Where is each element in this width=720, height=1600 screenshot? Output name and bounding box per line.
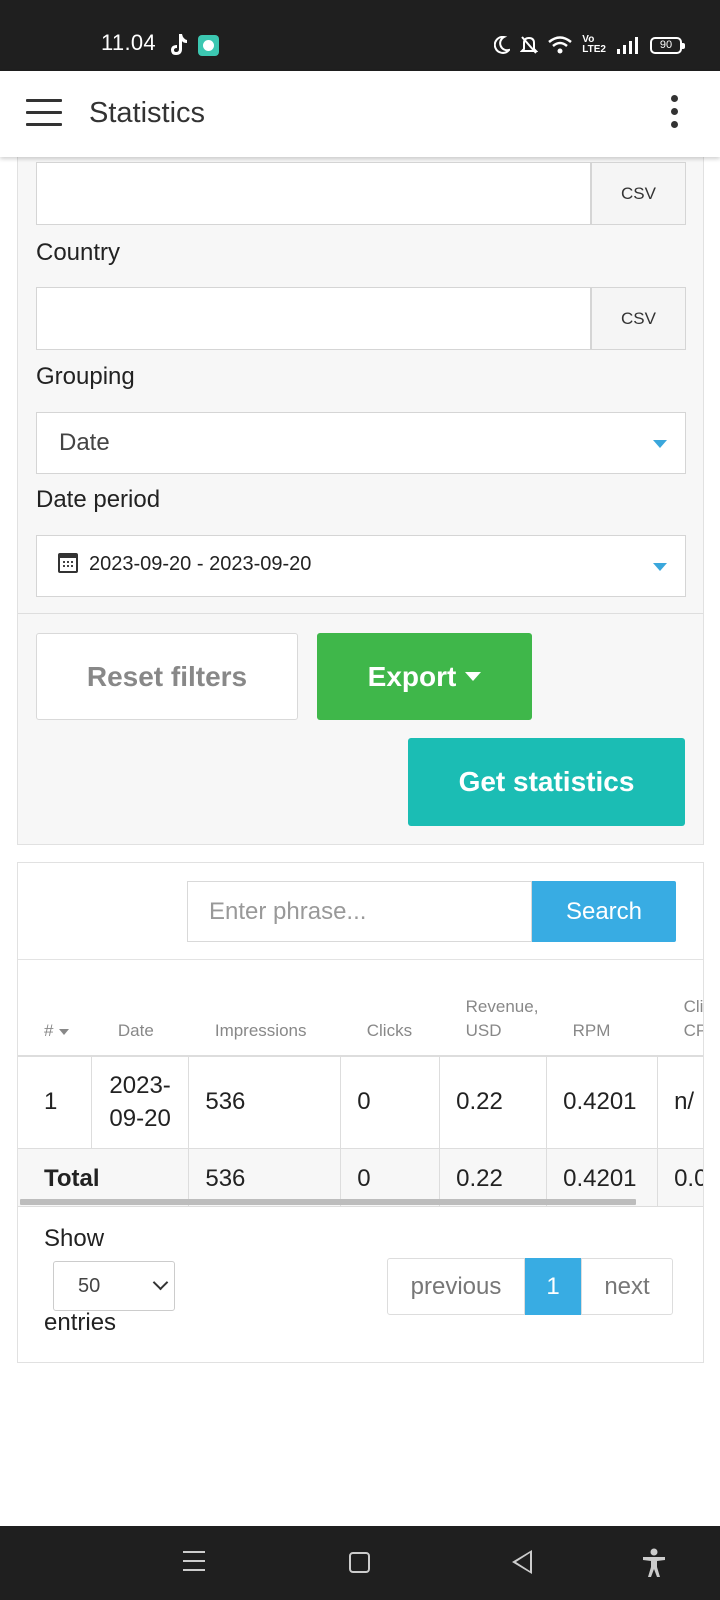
- cell-number: 1: [18, 1056, 93, 1149]
- grouping-select[interactable]: Date: [36, 412, 686, 474]
- entries-per-page-select[interactable]: 50: [53, 1261, 175, 1311]
- country-label: Country: [36, 239, 121, 266]
- search-button[interactable]: Search: [532, 881, 676, 942]
- statistics-table: # Date Impressions Clicks Revenue, USD RP…: [18, 960, 703, 1207]
- results-panel: Enter phrase... Search # Date Impression…: [17, 862, 704, 1363]
- status-time: 11.04: [101, 30, 156, 55]
- top-filter-row: CSV: [36, 162, 686, 225]
- statistics-table-container[interactable]: # Date Impressions Clicks Revenue, USD RP…: [18, 960, 703, 1207]
- total-rpm: 0.4201: [546, 1148, 659, 1207]
- column-header-rpm[interactable]: RPM: [546, 960, 658, 1057]
- filters-divider: [18, 613, 703, 614]
- total-revenue: 0.22: [439, 1148, 548, 1207]
- previous-page-button[interactable]: previous: [387, 1258, 525, 1315]
- grouping-selected-value: Date: [59, 429, 110, 456]
- recent-apps-icon[interactable]: [183, 1551, 205, 1573]
- column-header-clicks[interactable]: Clicks: [340, 960, 440, 1057]
- battery-icon: 90: [650, 36, 685, 54]
- export-button[interactable]: Export: [317, 633, 532, 720]
- status-bar: 11.04 Vo LTE2 90: [0, 0, 720, 71]
- menu-icon[interactable]: [26, 99, 62, 127]
- app-bar: Statistics: [0, 71, 720, 157]
- page-1-button[interactable]: 1: [525, 1258, 581, 1315]
- volte-bottom-text: LTE2: [582, 44, 606, 55]
- table-row: 1 2023- 09-20 536 0 0.22 0.4201 n/: [18, 1056, 703, 1149]
- accessibility-icon[interactable]: [640, 1548, 668, 1578]
- home-icon[interactable]: [349, 1552, 370, 1573]
- caret-down-icon: [465, 672, 482, 681]
- moon-icon: [494, 36, 511, 54]
- date-period-picker[interactable]: 2023-09-20 - 2023-09-20: [36, 535, 686, 597]
- volte-indicator: Vo LTE2: [582, 35, 606, 55]
- calendar-icon: [58, 553, 78, 573]
- country-input[interactable]: [36, 287, 591, 350]
- grouping-label: Grouping: [36, 363, 135, 390]
- cell-clicks-cpm: n/: [657, 1056, 703, 1149]
- entries-per-page-value: 50: [78, 1274, 101, 1297]
- table-header-row: # Date Impressions Clicks Revenue, USD RP…: [18, 960, 703, 1057]
- date-period-label: Date period: [36, 486, 161, 513]
- export-button-label: Export: [367, 660, 457, 692]
- system-nav-bar: [0, 1526, 720, 1600]
- column-header-number[interactable]: #: [18, 960, 92, 1057]
- top-filter-csv-button[interactable]: CSV: [591, 162, 686, 225]
- filters-panel: CSV Country CSV Grouping Date Date perio…: [17, 150, 704, 845]
- country-filter-row: CSV: [36, 287, 686, 350]
- next-page-button[interactable]: next: [581, 1258, 673, 1315]
- column-header-clicks-cpm[interactable]: ClicCPI: [657, 960, 703, 1057]
- column-header-impressions[interactable]: Impressions: [188, 960, 341, 1057]
- tiktok-icon: [171, 34, 187, 55]
- cell-revenue: 0.22: [439, 1056, 548, 1149]
- battery-level: 90: [659, 39, 673, 51]
- column-header-revenue[interactable]: Revenue, USD: [439, 960, 547, 1057]
- back-icon[interactable]: [512, 1550, 532, 1574]
- more-options-icon[interactable]: [668, 95, 680, 135]
- page-title: Statistics: [89, 97, 206, 129]
- cell-clicks: 0: [340, 1056, 441, 1149]
- sort-icon: [59, 1028, 70, 1035]
- table-total-row: Total 536 0 0.22 0.4201 0.0: [18, 1148, 703, 1207]
- cell-impressions: 536: [188, 1056, 342, 1149]
- top-filter-input[interactable]: [36, 162, 591, 225]
- column-header-date[interactable]: Date: [91, 960, 189, 1057]
- app-notification-icon: [198, 35, 219, 56]
- total-clicks-cpm: 0.0: [657, 1148, 703, 1207]
- reset-filters-button[interactable]: Reset filters: [36, 633, 298, 720]
- entries-label: entries: [44, 1309, 117, 1336]
- chevron-down-icon: [653, 563, 667, 571]
- pagination: previous 1 next: [387, 1258, 673, 1315]
- chevron-down-icon: [653, 440, 667, 448]
- chevron-down-icon: [152, 1274, 169, 1291]
- muted-bell-icon: [520, 36, 539, 54]
- cell-date: 2023- 09-20: [91, 1056, 190, 1149]
- get-statistics-button[interactable]: Get statistics: [408, 738, 685, 826]
- total-impressions: 536: [188, 1148, 342, 1207]
- total-label: Total: [18, 1148, 190, 1207]
- country-csv-button[interactable]: CSV: [591, 287, 686, 350]
- signal-icon: [617, 37, 638, 54]
- show-label: Show: [44, 1225, 105, 1252]
- horizontal-scrollbar[interactable]: [20, 1199, 636, 1205]
- cell-rpm: 0.4201: [546, 1056, 659, 1149]
- date-period-value: 2023-09-20 - 2023-09-20: [89, 553, 312, 575]
- search-input[interactable]: Enter phrase...: [187, 881, 532, 942]
- total-clicks: 0: [340, 1148, 441, 1207]
- wifi-icon: [548, 36, 573, 54]
